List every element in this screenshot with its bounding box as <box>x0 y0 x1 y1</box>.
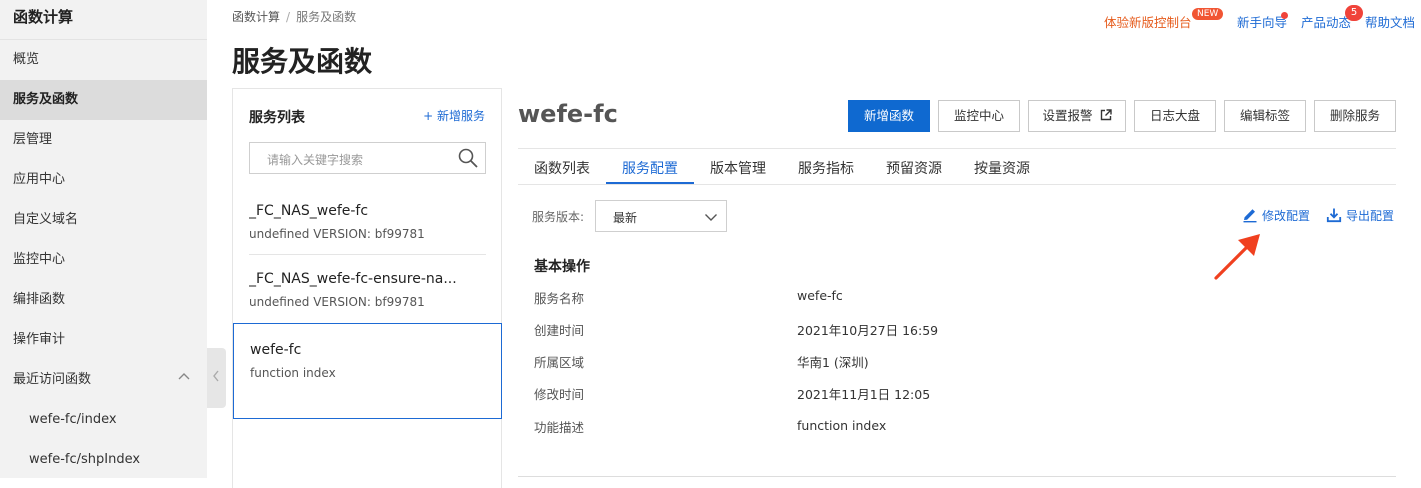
log-dashboard-button[interactable]: 日志大盘 <box>1134 100 1216 132</box>
field-label: 修改时间 <box>534 387 585 402</box>
sidebar-collapse-handle[interactable] <box>207 348 226 408</box>
add-service-link[interactable]: + 新增服务 <box>423 107 485 124</box>
annotation-arrow-icon <box>1214 234 1260 280</box>
chevron-down-icon <box>704 209 718 223</box>
external-link-icon <box>1097 108 1112 123</box>
field-value: function index <box>797 418 887 433</box>
page-title: 服务及函数 <box>232 45 373 78</box>
sidebar-item-services[interactable]: 服务及函数 <box>0 80 207 120</box>
version-select-value: 最新 <box>613 211 638 225</box>
alarm-button[interactable]: 设置报警 <box>1028 100 1126 132</box>
sidebar-item-overview[interactable]: 概览 <box>0 40 207 80</box>
search-input[interactable]: 请输入关键字搜索 <box>249 142 486 174</box>
edit-config-link[interactable]: 修改配置 <box>1242 207 1310 224</box>
service-title: wefe-fc <box>518 100 618 128</box>
sidebar-item-layers[interactable]: 层管理 <box>0 120 207 160</box>
service-list-title: 服务列表 <box>249 110 305 126</box>
tab-functions[interactable]: 函数列表 <box>534 158 590 178</box>
sidebar-item-audit[interactable]: 操作审计 <box>0 320 207 360</box>
breadcrumb-root[interactable]: 函数计算 <box>232 10 280 24</box>
service-list-panel: 服务列表 + 新增服务 请输入关键字搜索 _FC_NAS_wefe-fc und… <box>232 88 502 488</box>
sidebar: 函数计算 概览 服务及函数 层管理 应用中心 自定义域名 监控中心 编排函数 操… <box>0 0 207 478</box>
tab-service-config[interactable]: 服务配置 <box>622 158 678 178</box>
version-select[interactable]: 最新 <box>595 200 727 232</box>
delete-service-button[interactable]: 删除服务 <box>1314 100 1396 132</box>
news-link[interactable]: 产品动态 <box>1301 12 1351 31</box>
service-item-name: _FC_NAS_wefe-fc <box>249 203 369 219</box>
sidebar-item-monitor[interactable]: 监控中心 <box>0 240 207 280</box>
sidebar-item-recent-label: 最近访问函数 <box>13 372 92 387</box>
sidebar-recent-shpindex[interactable]: wefe-fc/shpIndex <box>0 440 207 480</box>
guide-link[interactable]: 新手向导 <box>1237 12 1287 31</box>
help-link[interactable]: 帮助文档 <box>1365 12 1415 31</box>
chevron-up-icon <box>177 360 191 400</box>
section-title: 基本操作 <box>534 259 590 275</box>
service-item-sub: function index <box>250 366 336 380</box>
alarm-button-label: 设置报警 <box>1042 108 1093 123</box>
service-item[interactable]: _FC_NAS_wefe-fc-ensure-na... undefined V… <box>249 255 486 323</box>
sidebar-recent-index[interactable]: wefe-fc/index <box>0 400 207 440</box>
tabs-bottom-divider <box>518 184 1396 185</box>
notification-dot <box>1281 12 1288 19</box>
edit-config-label: 修改配置 <box>1262 209 1311 223</box>
breadcrumb-current: 服务及函数 <box>296 10 357 24</box>
service-item-sub: undefined VERSION: bf99781 <box>249 227 425 241</box>
service-item-selected[interactable]: wefe-fc function index <box>233 323 502 419</box>
field-value: 2021年10月27日 16:59 <box>797 323 939 338</box>
breadcrumb-sep: / <box>286 10 291 24</box>
sidebar-item-flows[interactable]: 编排函数 <box>0 280 207 320</box>
service-item[interactable]: _FC_NAS_wefe-fc undefined VERSION: bf997… <box>249 187 486 255</box>
chevron-left-icon <box>211 368 221 388</box>
new-badge: NEW <box>1192 8 1224 20</box>
sidebar-title: 函数计算 <box>13 8 74 26</box>
tab-versions[interactable]: 版本管理 <box>710 158 766 178</box>
field-value: wefe-fc <box>797 288 843 303</box>
edit-icon <box>1243 209 1257 223</box>
download-icon <box>1326 208 1342 223</box>
service-item-sub: undefined VERSION: bf99781 <box>249 295 425 309</box>
search-icon[interactable] <box>457 147 479 169</box>
field-label: 功能描述 <box>534 420 585 435</box>
tab-ondemand[interactable]: 按量资源 <box>974 158 1030 178</box>
sidebar-item-domains[interactable]: 自定义域名 <box>0 200 207 240</box>
news-count-badge: 5 <box>1345 5 1363 21</box>
monitor-button[interactable]: 监控中心 <box>938 100 1020 132</box>
field-value: 华南1 (深圳) <box>797 355 869 370</box>
field-label: 服务名称 <box>534 291 585 306</box>
tabs-top-divider <box>518 148 1396 149</box>
version-label: 服务版本: <box>532 210 585 224</box>
field-value: 2021年11月1日 12:05 <box>797 387 931 402</box>
export-config-label: 导出配置 <box>1346 209 1395 223</box>
edit-tags-button[interactable]: 编辑标签 <box>1224 100 1306 132</box>
new-function-button[interactable]: 新增函数 <box>848 100 930 132</box>
new-console-link[interactable]: 体验新版控制台 <box>1104 12 1192 31</box>
export-config-link[interactable]: 导出配置 <box>1326 207 1394 224</box>
field-label: 所属区域 <box>534 355 585 370</box>
breadcrumb: 函数计算 / 服务及函数 <box>232 8 356 25</box>
sidebar-item-apps[interactable]: 应用中心 <box>0 160 207 200</box>
tab-provisioned[interactable]: 预留资源 <box>886 158 942 178</box>
service-item-name: _FC_NAS_wefe-fc-ensure-na... <box>249 271 457 287</box>
sidebar-item-recent[interactable]: 最近访问函数 <box>0 360 207 400</box>
service-item-name: wefe-fc <box>250 342 302 358</box>
search-placeholder: 请输入关键字搜索 <box>267 153 364 167</box>
tab-metrics[interactable]: 服务指标 <box>798 158 854 178</box>
field-label: 创建时间 <box>534 323 585 338</box>
bottom-divider <box>518 476 1396 477</box>
